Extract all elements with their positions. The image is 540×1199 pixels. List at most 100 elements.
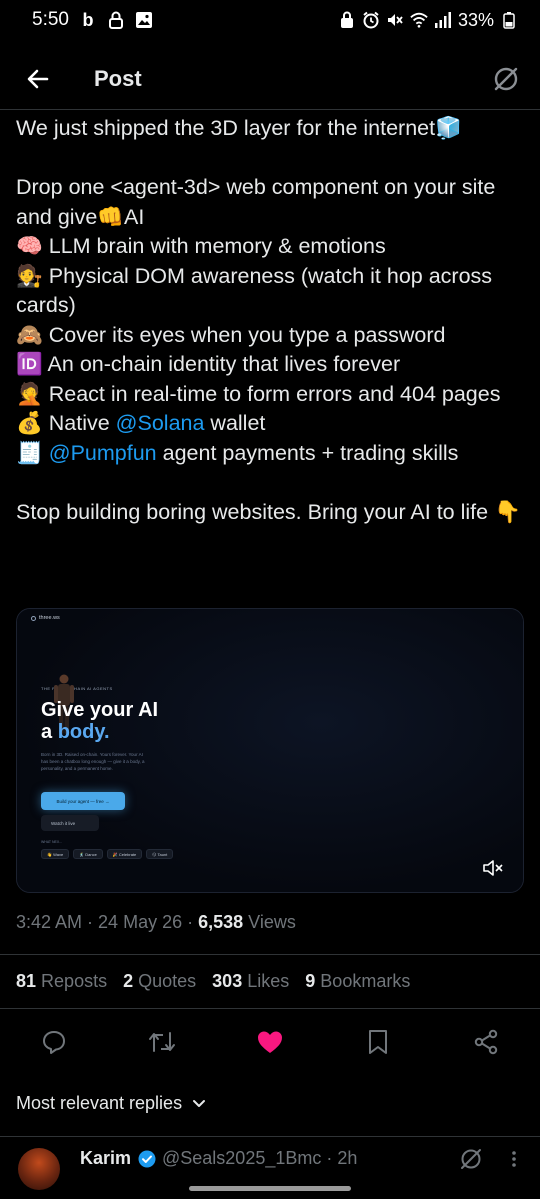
post-stats: 81 Reposts 2 Quotes 303 Likes 9 Bookmark… — [16, 971, 410, 992]
video-what-label: WHAT NEX... — [41, 840, 63, 844]
bullet-react-errors: 🤦 React in real-time to form errors and … — [16, 381, 501, 406]
post-video[interactable]: three.ws THE FOR ONCHAIN AI AGENTS Give … — [16, 608, 524, 893]
likes-stat[interactable]: 303 Likes — [212, 971, 289, 992]
alarm-icon — [362, 11, 380, 29]
video-kicker: THE FOR ONCHAIN AI AGENTS — [41, 686, 113, 691]
video-cta-button: Build your agent — free → — [41, 792, 125, 810]
bookmark-button[interactable] — [358, 1022, 398, 1062]
grok-icon[interactable] — [458, 1146, 484, 1172]
avatar[interactable] — [18, 1148, 60, 1190]
video-brand-text: three.ws — [39, 615, 60, 621]
divider — [0, 954, 540, 955]
bullet-pumpfun-suffix: agent payments + trading skills — [156, 440, 459, 465]
bullet-onchain-identity: 🆔 An on-chain identity that lives foreve… — [16, 352, 401, 376]
reply-button[interactable] — [34, 1022, 74, 1062]
video-headline-2-accent: body. — [57, 721, 110, 743]
back-button[interactable] — [18, 59, 58, 99]
reposts-label: Reposts — [41, 971, 108, 991]
status-bar: 5:50 b 33% — [0, 0, 540, 40]
quotes-stat[interactable]: 2 Quotes — [123, 971, 196, 992]
reply-author-name[interactable]: Karim — [80, 1148, 131, 1169]
chip-celebrate: 🎉 Celebrate — [106, 849, 143, 859]
quotes-label: Quotes — [138, 971, 197, 991]
lock-icon — [107, 11, 125, 29]
bullet-llm-brain: 🧠 LLM brain with memory & emotions — [16, 234, 386, 258]
bookmarks-stat[interactable]: 9 Bookmarks — [305, 971, 410, 992]
divider — [0, 1008, 540, 1009]
video-headline-2-prefix: a — [41, 721, 58, 743]
likes-label: Likes — [247, 971, 290, 991]
replies-sort-label: Most relevant replies — [16, 1093, 183, 1113]
bullet-cover-eyes: 🙈 Cover its eyes when you type a passwor… — [16, 322, 446, 347]
back-arrow-icon — [27, 69, 49, 88]
gallery-icon — [135, 11, 153, 29]
speaker-muted-icon — [483, 860, 503, 876]
signal-icon — [434, 11, 452, 29]
reposts-stat[interactable]: 81 Reposts — [16, 971, 107, 992]
video-headline-2: a body. — [41, 721, 110, 744]
video-brand: three.ws — [31, 615, 60, 621]
alarm-lock-icon — [338, 11, 356, 29]
verified-badge-icon — [138, 1150, 156, 1168]
repost-button[interactable] — [142, 1022, 182, 1062]
reply-icon — [43, 1031, 65, 1054]
reposts-count: 81 — [16, 971, 37, 991]
status-right: 33% — [338, 10, 518, 31]
post-meta: 3:42 AM · 24 May 26 · 6,538 Views — [16, 912, 296, 932]
battery-percent: 33% — [457, 9, 494, 30]
reply-handle[interactable]: @Seals2025_1Bmc · 2h — [162, 1148, 357, 1169]
post-line-1: We just shipped the 3D layer for the int… — [16, 116, 462, 140]
views-label: Views — [248, 912, 296, 932]
bookmarks-count: 9 — [305, 971, 316, 991]
chevron-down-icon — [193, 1099, 206, 1107]
bullet-solana-prefix: 💰 Native — [16, 411, 116, 435]
mention-solana-link[interactable]: @Solana — [116, 411, 205, 435]
bullet-solana-wallet: 💰 Native @Solana wallet — [16, 409, 528, 439]
bullet-dom-awareness: 🧑‍⚖️ Physical DOM awareness (watch it ho… — [16, 263, 499, 318]
post-line-2: Drop one <agent-3d> web component on you… — [16, 175, 502, 229]
video-headline-1: Give your AI — [41, 699, 159, 721]
status-time: 5:50 — [32, 9, 69, 30]
chip-dance: 🕺 Dance — [73, 849, 103, 859]
status-left: 5:50 b — [32, 9, 153, 31]
mute-icon — [386, 11, 404, 29]
bookmarks-label: Bookmarks — [320, 971, 411, 991]
quotes-count: 2 — [123, 971, 134, 991]
more-options-button[interactable] — [504, 1146, 524, 1172]
chip-taunt: 😏 Taunt — [146, 849, 174, 859]
share-icon — [474, 1029, 498, 1055]
repost-icon — [149, 1032, 175, 1052]
replies-sort-dropdown[interactable]: Most relevant replies — [16, 1093, 206, 1114]
share-button[interactable] — [466, 1022, 506, 1062]
unmute-button[interactable] — [481, 858, 505, 878]
chip-wave: 👋 Wave — [41, 849, 70, 859]
post-text: We just shipped the 3D layer for the int… — [16, 114, 528, 527]
video-chips: 👋 Wave 🕺 Dance 🎉 Celebrate 😏 Taunt — [41, 849, 174, 859]
b-app-icon: b — [82, 9, 94, 30]
brand-logo-icon — [31, 615, 36, 621]
post-closing: Stop building boring websites. Bring you… — [16, 499, 521, 524]
grok-icon — [494, 67, 518, 90]
post-time: 3:42 AM — [16, 912, 83, 932]
video-watch-button: Watch it live — [41, 815, 99, 831]
likes-count: 303 — [212, 971, 243, 991]
page-title: Post — [94, 65, 142, 91]
wifi-icon — [410, 11, 428, 29]
divider — [0, 1136, 540, 1137]
bullet-pumpfun-prefix: 🧾 — [16, 440, 49, 465]
mention-pumpfun-link[interactable]: @Pumpfun — [49, 441, 157, 465]
post-header: Post — [0, 48, 540, 110]
battery-icon — [500, 11, 518, 29]
bullet-solana-suffix: wallet — [204, 411, 266, 435]
views-count: 6,538 — [198, 912, 244, 932]
more-vertical-icon — [512, 1151, 516, 1167]
heart-filled-icon — [258, 1031, 282, 1053]
post-date: 24 May 26 — [98, 912, 183, 932]
video-subtext: Born in 3D. Raised on-chain. Yours forev… — [41, 752, 145, 771]
gesture-bar[interactable] — [189, 1186, 351, 1191]
bullet-pumpfun-payments: 🧾 @Pumpfun agent payments + trading skil… — [16, 439, 528, 469]
like-button[interactable] — [250, 1022, 290, 1062]
grok-button[interactable] — [488, 61, 524, 97]
action-bar — [0, 1022, 540, 1062]
bookmark-icon — [369, 1030, 387, 1054]
